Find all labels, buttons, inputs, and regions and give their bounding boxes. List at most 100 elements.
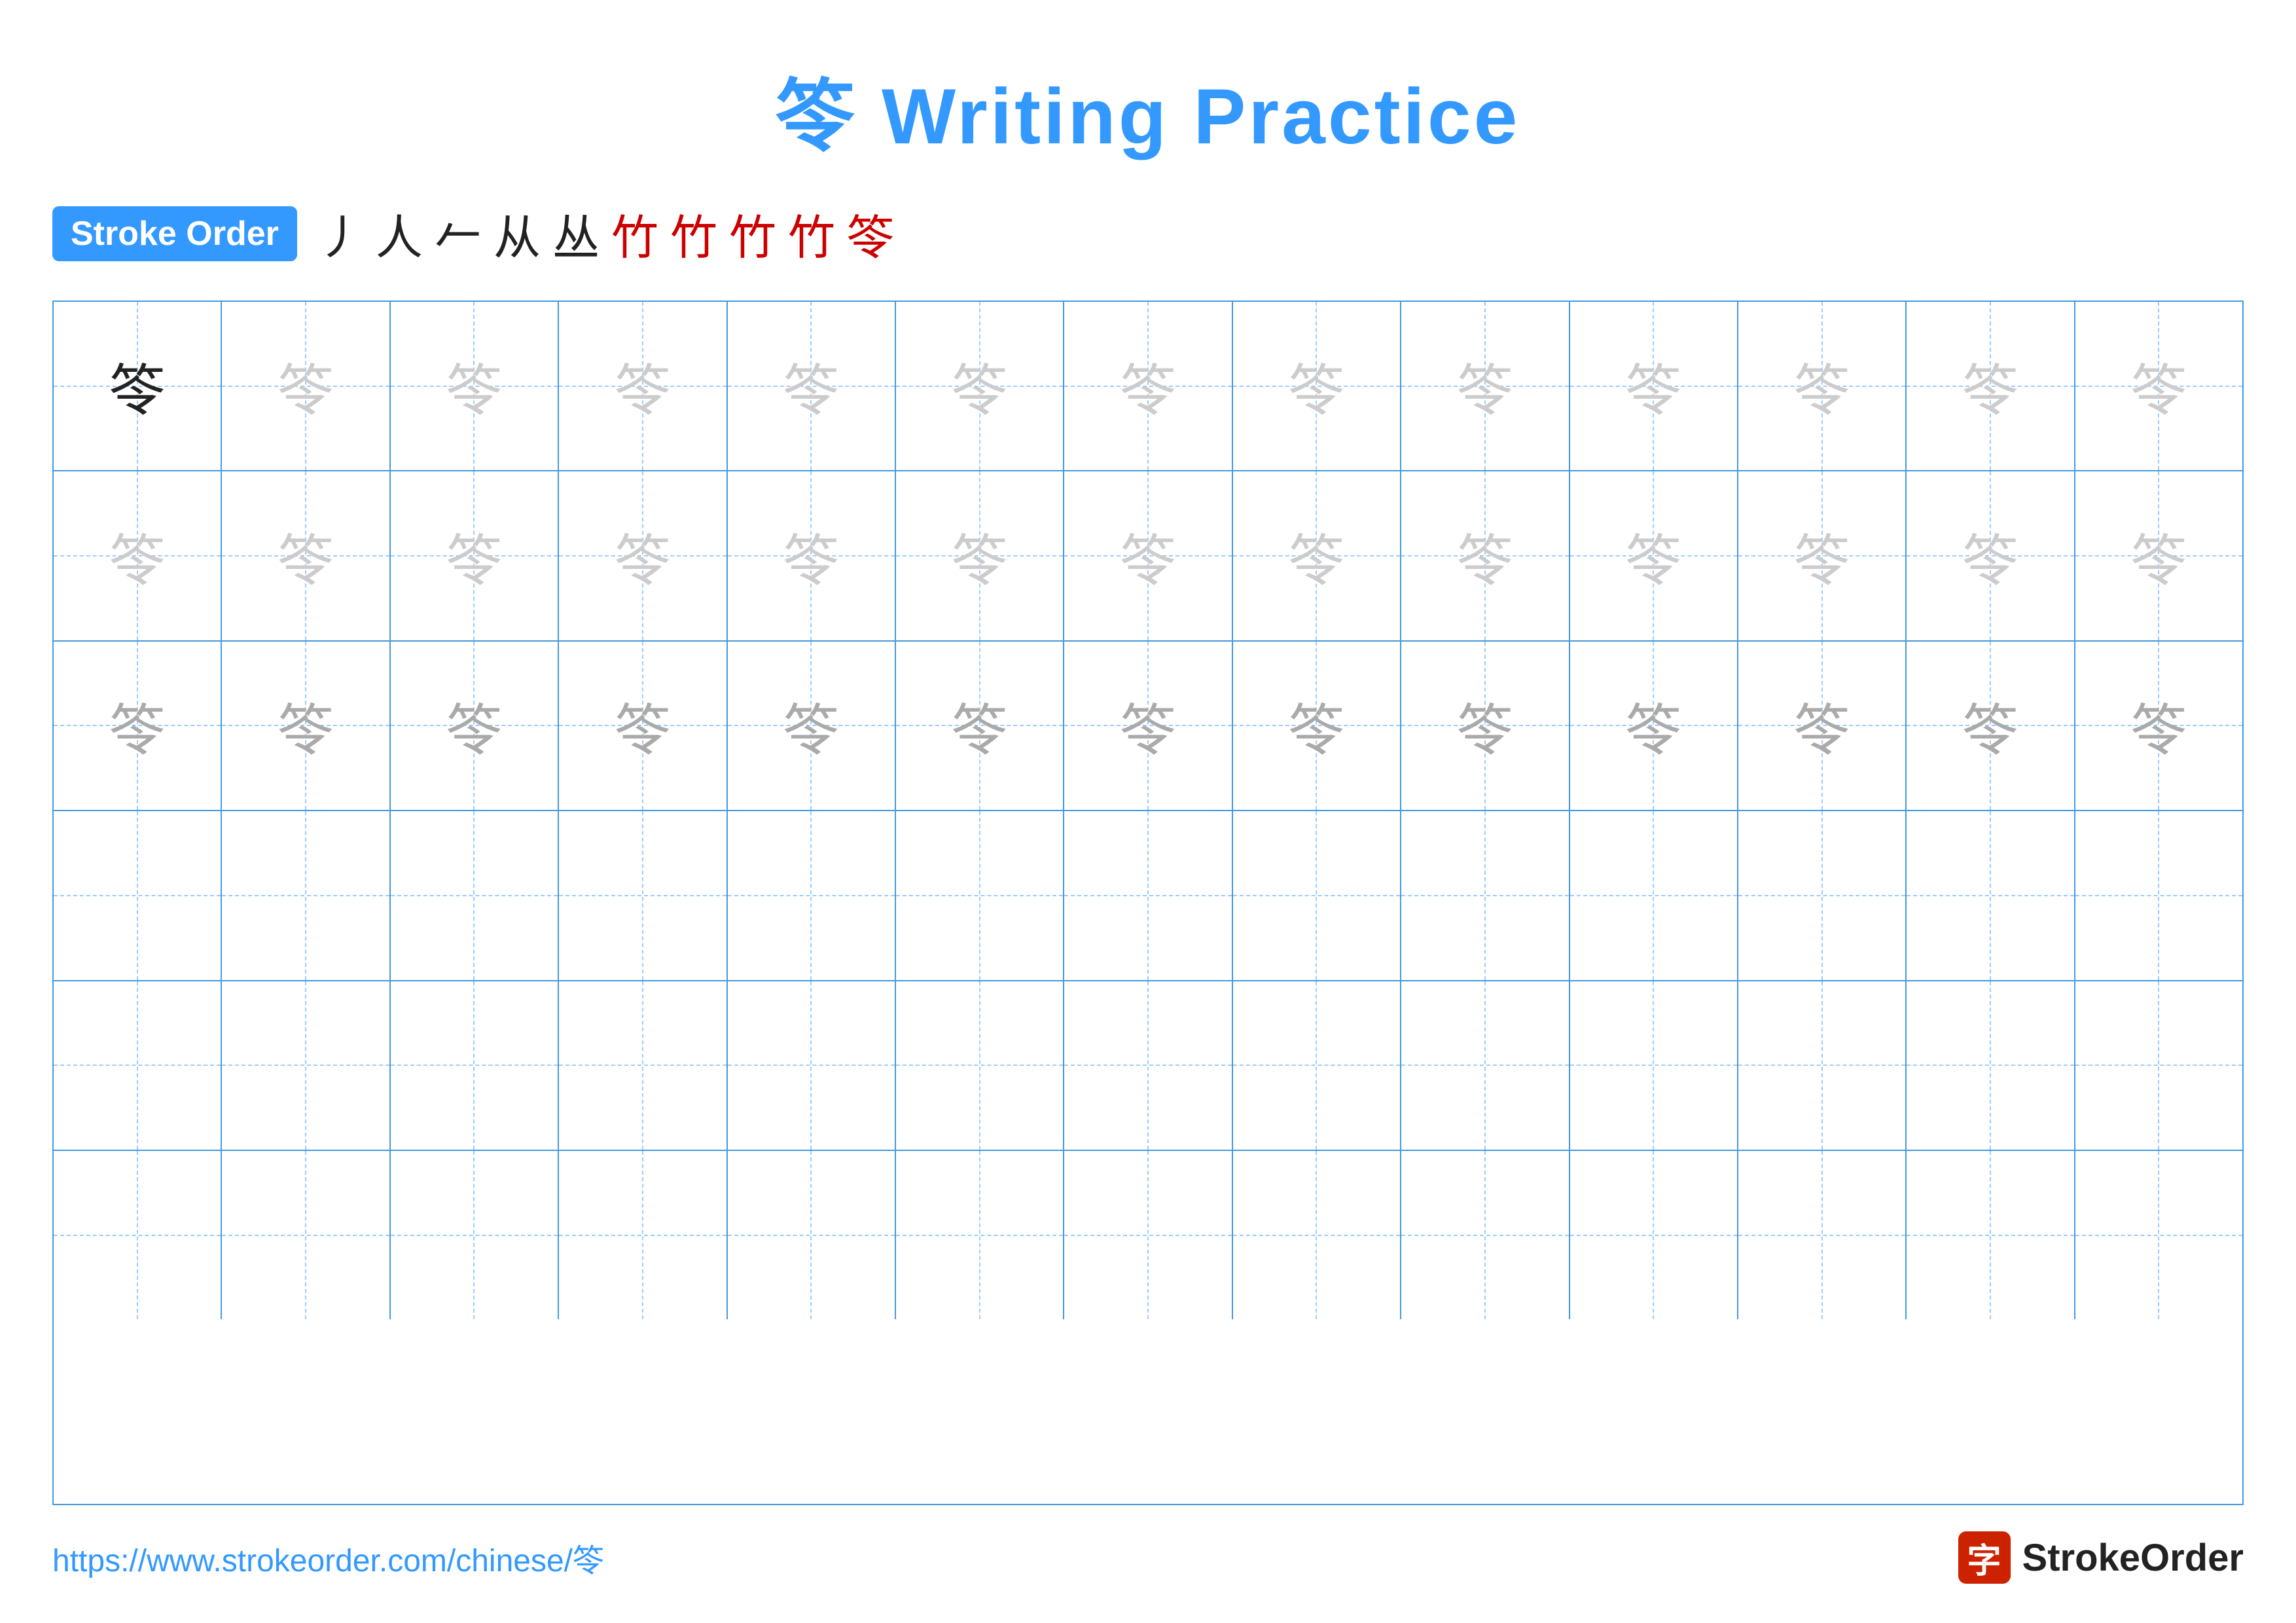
- grid-cell[interactable]: 笭: [1064, 302, 1232, 470]
- grid-cell[interactable]: [2075, 981, 2242, 1150]
- grid-cell[interactable]: [1570, 811, 1738, 979]
- grid-cell[interactable]: 笭: [54, 302, 222, 470]
- stroke-9: 竹: [788, 199, 835, 268]
- grid-cell[interactable]: [1064, 1151, 1232, 1319]
- grid-cell[interactable]: [1233, 1151, 1401, 1319]
- char-medium: 笭: [446, 685, 502, 766]
- footer: https://www.strokeorder.com/chinese/笭 字 …: [52, 1531, 2244, 1584]
- footer-url[interactable]: https://www.strokeorder.com/chinese/笭: [52, 1535, 604, 1580]
- char-medium: 笭: [1626, 685, 1681, 766]
- grid-cell[interactable]: 笭: [728, 471, 896, 640]
- grid-cell[interactable]: 笭: [1570, 642, 1738, 810]
- grid-cell[interactable]: 笭: [1064, 471, 1232, 640]
- grid-cell[interactable]: [2075, 1151, 2242, 1319]
- grid-cell[interactable]: 笭: [1738, 302, 1907, 470]
- grid-cell[interactable]: 笭: [54, 471, 222, 640]
- grid-cell[interactable]: 笭: [896, 642, 1064, 810]
- grid-cell[interactable]: [54, 981, 222, 1150]
- grid-cell[interactable]: [728, 1151, 896, 1319]
- char-medium: 笭: [1121, 685, 1176, 766]
- grid-cell[interactable]: [1570, 981, 1738, 1150]
- grid-cell[interactable]: 笭: [1907, 642, 2075, 810]
- grid-cell[interactable]: [391, 981, 559, 1150]
- grid-cell[interactable]: [728, 981, 896, 1150]
- grid-cell[interactable]: 笭: [391, 302, 559, 470]
- grid-cell[interactable]: [1064, 981, 1232, 1150]
- stroke-order-badge: Stroke Order: [52, 206, 297, 261]
- grid-cell[interactable]: [54, 811, 222, 979]
- grid-cell[interactable]: [559, 811, 727, 979]
- grid-cell[interactable]: 笭: [559, 471, 727, 640]
- grid-cell[interactable]: [222, 1151, 390, 1319]
- grid-cell[interactable]: 笭: [1233, 642, 1401, 810]
- grid-cell[interactable]: [1401, 811, 1570, 979]
- grid-cell[interactable]: 笭: [559, 642, 727, 810]
- grid-cell[interactable]: 笭: [222, 642, 390, 810]
- grid-cell[interactable]: 笭: [1233, 471, 1401, 640]
- grid-cell[interactable]: 笭: [391, 471, 559, 640]
- grid-cell[interactable]: [1738, 1151, 1907, 1319]
- char-light: 笭: [952, 516, 1007, 596]
- grid-cell[interactable]: 笭: [1738, 471, 1907, 640]
- grid-cell[interactable]: 笭: [1907, 302, 2075, 470]
- grid-cell[interactable]: [1064, 811, 1232, 979]
- grid-cell[interactable]: [1401, 981, 1570, 1150]
- grid-cell[interactable]: 笭: [1570, 471, 1738, 640]
- grid-cell[interactable]: 笭: [1570, 302, 1738, 470]
- grid-cell[interactable]: 笭: [1401, 471, 1570, 640]
- grid-cell[interactable]: [1738, 981, 1907, 1150]
- char-light: 笭: [2131, 346, 2187, 426]
- grid-cell[interactable]: [1233, 811, 1401, 979]
- grid-cell[interactable]: 笭: [222, 471, 390, 640]
- grid-cell[interactable]: [1401, 1151, 1570, 1319]
- grid-cell[interactable]: 笭: [728, 302, 896, 470]
- grid-cell[interactable]: [391, 811, 559, 979]
- char-light: 笭: [2131, 516, 2187, 596]
- grid-cell[interactable]: [1233, 981, 1401, 1150]
- grid-cell[interactable]: 笭: [1064, 642, 1232, 810]
- grid-cell[interactable]: 笭: [1233, 302, 1401, 470]
- grid-cell[interactable]: 笭: [896, 302, 1064, 470]
- char-light: 笭: [1289, 516, 1344, 596]
- stroke-order-row: Stroke Order 丿 人 𠂉 从 丛 竹 竹 竹 竹 笭: [52, 199, 2244, 268]
- grid-row-6: [54, 1151, 2242, 1319]
- grid-row-3: 笭 笭 笭 笭 笭 笭 笭 笭 笭 笭 笭 笭 笭: [54, 642, 2242, 811]
- page: 笭 Writing Practice Stroke Order 丿 人 𠂉 从 …: [0, 0, 2296, 1623]
- grid-cell[interactable]: 笭: [1401, 302, 1570, 470]
- grid-cell[interactable]: 笭: [391, 642, 559, 810]
- char-medium: 笭: [109, 685, 165, 766]
- grid-cell[interactable]: [559, 1151, 727, 1319]
- grid-cell[interactable]: [391, 1151, 559, 1319]
- grid-cell[interactable]: [896, 1151, 1064, 1319]
- grid-cell[interactable]: 笭: [1401, 642, 1570, 810]
- grid-cell[interactable]: [54, 1151, 222, 1319]
- grid-cell[interactable]: 笭: [728, 642, 896, 810]
- grid-cell[interactable]: [896, 811, 1064, 979]
- grid-cell[interactable]: 笭: [896, 471, 1064, 640]
- stroke-4: 从: [493, 199, 541, 268]
- char-light: 笭: [1457, 516, 1513, 596]
- char-light: 笭: [1626, 346, 1681, 426]
- char-medium: 笭: [615, 685, 670, 766]
- grid-cell[interactable]: 笭: [54, 642, 222, 810]
- grid-cell[interactable]: [728, 811, 896, 979]
- grid-cell[interactable]: 笭: [1907, 471, 2075, 640]
- logo-text: StrokeOrder: [2022, 1536, 2244, 1580]
- grid-cell[interactable]: [2075, 811, 2242, 979]
- grid-cell[interactable]: [222, 811, 390, 979]
- grid-cell[interactable]: 笭: [222, 302, 390, 470]
- grid-cell[interactable]: 笭: [2075, 471, 2242, 640]
- grid-cell[interactable]: 笭: [2075, 642, 2242, 810]
- grid-cell[interactable]: [559, 981, 727, 1150]
- grid-cell[interactable]: 笭: [2075, 302, 2242, 470]
- grid-cell[interactable]: [1907, 1151, 2075, 1319]
- grid-cell[interactable]: [896, 981, 1064, 1150]
- grid-cell[interactable]: [1738, 811, 1907, 979]
- grid-cell[interactable]: 笭: [559, 302, 727, 470]
- grid-cell[interactable]: 笭: [1738, 642, 1907, 810]
- grid-cell[interactable]: [1907, 981, 2075, 1150]
- grid-cell[interactable]: [1907, 811, 2075, 979]
- grid-cell[interactable]: [222, 981, 390, 1150]
- grid-cell[interactable]: [1570, 1151, 1738, 1319]
- logo-icon: 字: [1958, 1531, 2011, 1584]
